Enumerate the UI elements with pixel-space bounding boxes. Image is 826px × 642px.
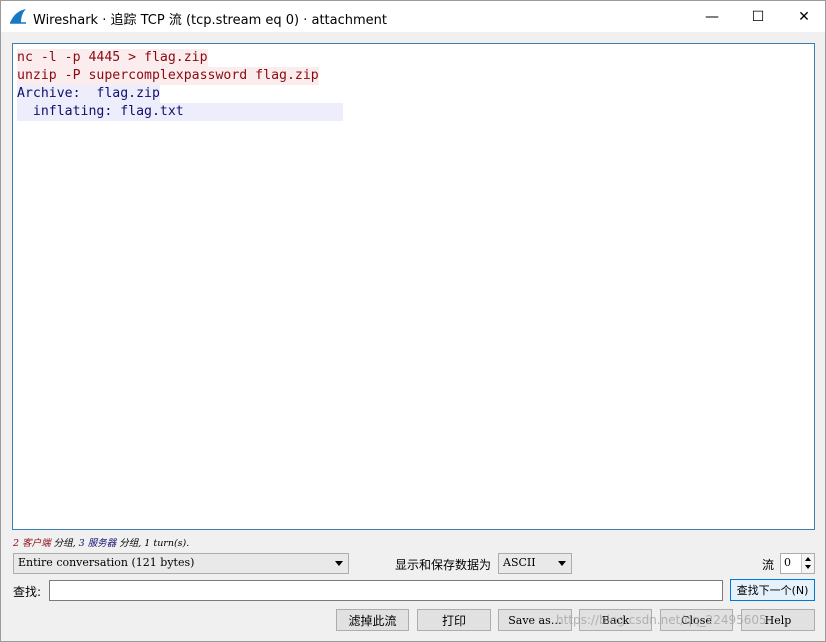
client-label: 客户端 (22, 538, 51, 549)
window-title: Wireshark · 追踪 TCP 流 (tcp.stream eq 0) ·… (33, 13, 388, 28)
client-text: nc -l -p 4445 > flag.zip (17, 49, 208, 67)
server-suffix: 分组, 1 turn(s). (116, 538, 190, 549)
spin-up-icon[interactable] (805, 557, 811, 561)
chevron-down-icon (558, 561, 566, 566)
conversation-select[interactable]: Entire conversation (121 bytes) (13, 553, 349, 574)
minimize-icon: — (705, 8, 719, 25)
minimize-button[interactable]: — (689, 1, 735, 32)
stream-line: Archive: flag.zip (13, 85, 814, 103)
title-bar[interactable]: Wireshark · 追踪 TCP 流 (tcp.stream eq 0) ·… (1, 1, 825, 32)
filter-out-stream-button[interactable]: 滤掉此流 (336, 609, 409, 631)
follow-tcp-stream-window: Wireshark · 追踪 TCP 流 (tcp.stream eq 0) ·… (0, 0, 826, 642)
stream-line: unzip -P supercomplexpassword flag.zip (13, 67, 814, 85)
maximize-icon: ☐ (751, 8, 765, 25)
server-text: inflating: flag.txt (17, 103, 343, 121)
show-save-label: 显示和保存数据为 (395, 558, 492, 572)
server-label: 服务器 (87, 538, 117, 549)
client-packet-count: 2 (13, 538, 20, 549)
close-window-button[interactable]: ✕ (781, 1, 826, 32)
wireshark-fin-icon (10, 9, 26, 24)
stream-line: inflating: flag.txt (13, 103, 814, 121)
close-icon: ✕ (798, 8, 810, 25)
chevron-down-icon (335, 561, 343, 566)
server-packet-count: 3 (78, 538, 85, 549)
find-label: 查找: (13, 585, 42, 599)
watermark-text: https://blog.csdn.net/qq_22495605 (556, 613, 767, 627)
find-next-button[interactable]: 查找下一个(N) (730, 579, 815, 601)
stream-label: 流 (762, 558, 775, 572)
print-button[interactable]: 打印 (417, 609, 491, 631)
maximize-button[interactable]: ☐ (735, 1, 781, 32)
conversation-select-value: Entire conversation (121 bytes) (18, 556, 195, 569)
spin-arrows[interactable] (801, 554, 814, 573)
stream-content-view[interactable]: nc -l -p 4445 > flag.zip unzip -P superco… (12, 43, 815, 530)
find-input[interactable] (49, 580, 723, 601)
data-format-select[interactable]: ASCII (498, 553, 572, 574)
stream-line: nc -l -p 4445 > flag.zip (13, 49, 814, 67)
client-text: unzip -P supercomplexpassword flag.zip (17, 67, 319, 85)
client-suffix: 分组, (50, 538, 79, 549)
spin-down-icon[interactable] (805, 565, 811, 569)
stream-summary: 2 客户端 分组, 3 服务器 分组, 1 turn(s). (13, 535, 189, 549)
stream-number-spinbox[interactable]: 0 (780, 553, 815, 574)
data-format-value: ASCII (503, 556, 536, 569)
stream-number-value: 0 (784, 556, 791, 569)
server-text: Archive: flag.zip (17, 85, 160, 103)
